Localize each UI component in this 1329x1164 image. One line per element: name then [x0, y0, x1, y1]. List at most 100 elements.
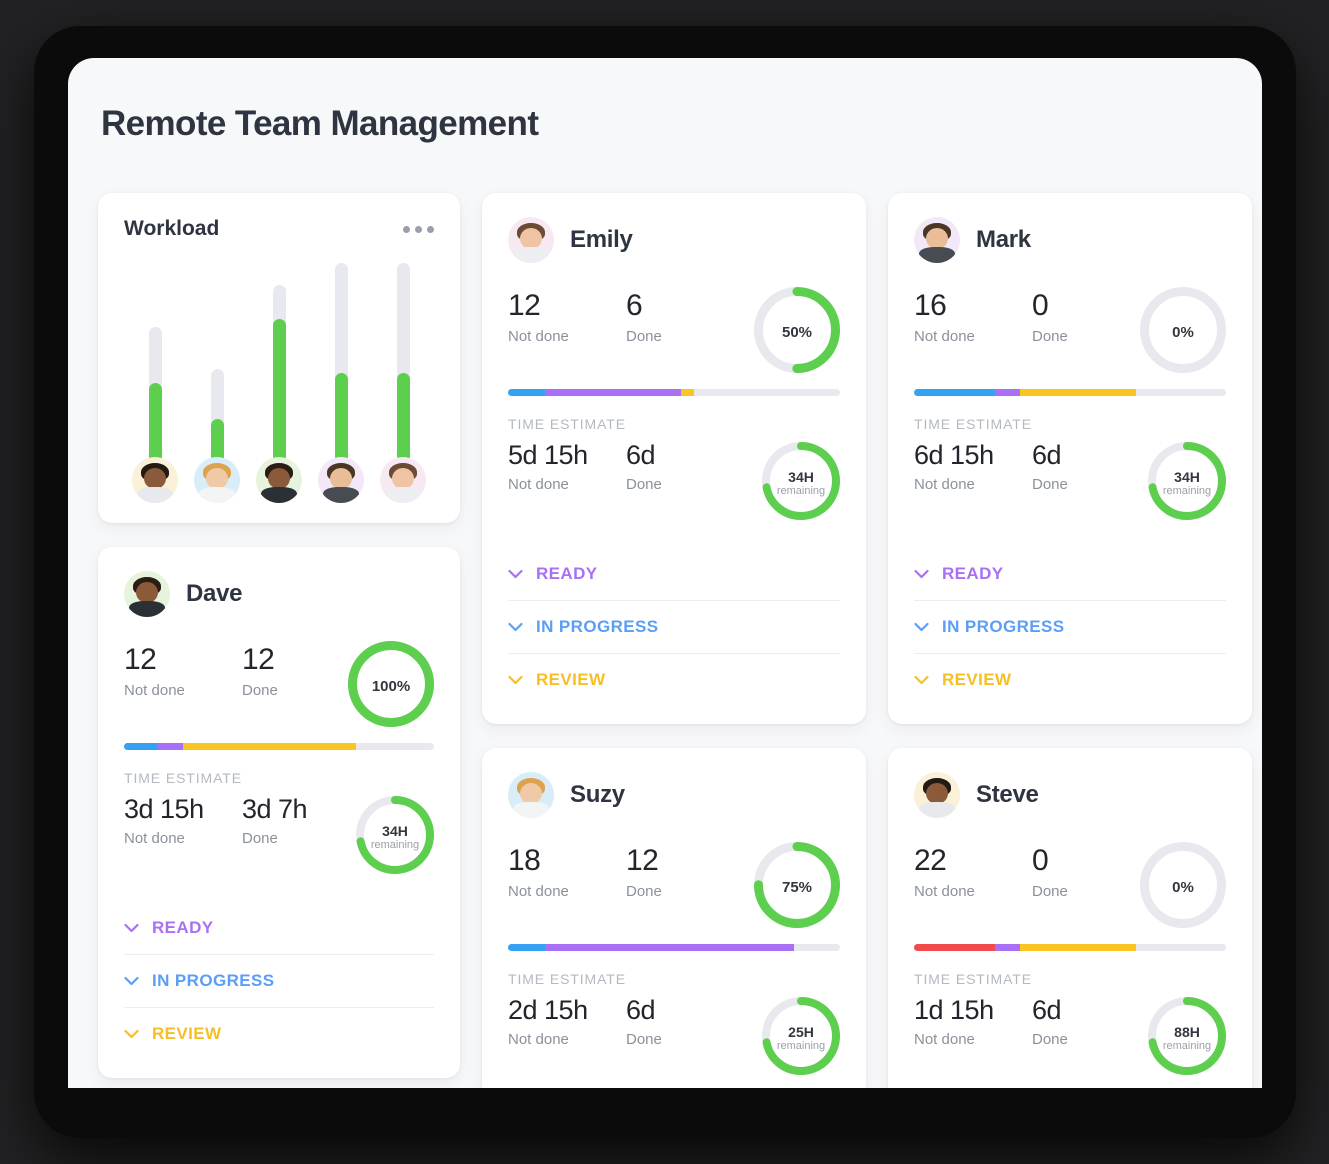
workload-avatar-row: [124, 457, 434, 503]
chevron-down-icon: [508, 622, 523, 632]
status-row-in-progress[interactable]: IN PROGRESS: [124, 955, 434, 1008]
member-name: Steve: [976, 781, 1039, 808]
time-value: 1d 15h: [914, 995, 994, 1025]
avatar: [914, 772, 960, 818]
stat-done: 6 Done: [626, 289, 744, 345]
stat-label: Done: [626, 883, 662, 900]
task-progress-ring-wrap: 100%: [348, 641, 434, 732]
stat-value: 6: [626, 289, 643, 322]
more-options-icon[interactable]: [403, 225, 434, 233]
workload-bar: [313, 263, 369, 463]
status-label: IN PROGRESS: [536, 617, 659, 636]
progress-segment: [1020, 389, 1136, 396]
member-name: Dave: [186, 580, 243, 607]
status-label: READY: [152, 918, 214, 937]
workload-bar: [251, 263, 307, 463]
time-remaining-ring-wrap: 88H remaining: [1148, 997, 1226, 1080]
chevron-down-icon: [914, 675, 929, 685]
remaining-label: remaining: [1162, 1039, 1212, 1052]
member-card-steve: Steve 22 Not done 0 Done 0% TIME ESTIMATE 1d 15…: [888, 748, 1252, 1088]
member-header: Emily: [508, 217, 840, 263]
time-remaining-ring: 88H remaining: [1148, 997, 1226, 1080]
task-progress-ring-wrap: 75%: [754, 842, 840, 933]
status-row-review[interactable]: REVIEW: [508, 654, 840, 706]
stat-label: Not done: [508, 1031, 569, 1049]
status-row-in-progress[interactable]: IN PROGRESS: [914, 601, 1226, 654]
chevron-down-icon: [508, 675, 523, 685]
status-label: IN PROGRESS: [152, 971, 275, 990]
avatar-face-icon: [124, 571, 170, 617]
avatar: [194, 457, 240, 503]
progress-segment: [124, 743, 159, 750]
avatar: [380, 457, 426, 503]
column-left: Workload Dave 12 Not done 12 Done 100% TIME ES…: [98, 193, 460, 1088]
status-row-ready[interactable]: READY: [508, 548, 840, 601]
status-row-ready[interactable]: READY: [124, 902, 434, 955]
stat-label: Not done: [508, 883, 569, 900]
stat-label: Done: [242, 682, 278, 699]
status-label: READY: [942, 564, 1004, 583]
stat-value: 12: [508, 289, 541, 322]
progress-bar: [914, 944, 1226, 951]
workload-card: Workload: [98, 193, 460, 523]
chevron-down-icon: [124, 923, 139, 933]
progress-segment: [680, 389, 694, 396]
task-stats: 12 Not done 6 Done 50%: [508, 287, 840, 375]
remaining-hours: 88H: [1174, 1024, 1200, 1041]
remaining-label: remaining: [776, 484, 826, 497]
progress-bar: [508, 389, 840, 396]
task-progress-ring-wrap: 0%: [1140, 842, 1226, 933]
avatar: [256, 457, 302, 503]
stat-label: Done: [1032, 883, 1068, 900]
chevron-down-icon: [124, 976, 139, 986]
time-value: 6d: [626, 995, 656, 1025]
avatar: [318, 457, 364, 503]
member-card-emily: Emily 12 Not done 6 Done 50% TIME ESTIMATE 5d 1…: [482, 193, 866, 724]
time-value: 3d 15h: [124, 794, 204, 824]
status-row-review[interactable]: REVIEW: [914, 654, 1226, 706]
time-stats: 3d 15h Not done 3d 7h Done 34H remaining: [124, 794, 434, 880]
task-percent-label: 50%: [781, 324, 813, 341]
workload-header: Workload: [124, 217, 434, 241]
avatar-face-icon: [194, 457, 240, 503]
stat-value: 16: [914, 289, 947, 322]
workload-bar-fill: [334, 373, 348, 463]
avatar: [914, 217, 960, 263]
status-row-in-progress[interactable]: IN PROGRESS: [508, 601, 840, 654]
task-percent-label: 75%: [781, 879, 813, 896]
time-done: 6d Done: [626, 440, 744, 493]
time-not-done: 3d 15h Not done: [124, 794, 242, 847]
stat-value: 22: [914, 844, 947, 877]
status-row-ready[interactable]: READY: [914, 548, 1226, 601]
stat-value: 0: [1032, 289, 1049, 322]
task-stats: 22 Not done 0 Done 0%: [914, 842, 1226, 933]
status-label: READY: [536, 564, 598, 583]
stat-not-done: 18 Not done: [508, 844, 626, 900]
remaining-hours: 34H: [382, 823, 408, 840]
stat-label: Done: [626, 476, 662, 494]
progress-bar: [508, 944, 840, 951]
dashboard-grid: Workload Dave 12 Not done 12 Done 100% TIME ES…: [98, 193, 1252, 1088]
progress-segment: [914, 389, 996, 396]
time-remaining-ring: 34H remaining: [1148, 442, 1226, 525]
time-stats: 2d 15h Not done 6d Done 25H remaining: [508, 995, 840, 1081]
task-progress-ring: 100%: [348, 641, 434, 732]
time-remaining-ring-wrap: 34H remaining: [1148, 442, 1226, 525]
progress-segment: [158, 743, 183, 750]
avatar: [508, 772, 554, 818]
task-stats: 16 Not done 0 Done 0%: [914, 287, 1226, 375]
avatar-face-icon: [508, 217, 554, 263]
remaining-hours: 25H: [788, 1024, 814, 1041]
stat-label: Done: [626, 328, 662, 345]
avatar-face-icon: [256, 457, 302, 503]
member-name: Suzy: [570, 781, 625, 808]
time-not-done: 6d 15h Not done: [914, 440, 1032, 493]
avatar-face-icon: [132, 457, 178, 503]
chevron-down-icon: [914, 622, 929, 632]
stat-label: Not done: [914, 1031, 975, 1049]
progress-segment: [508, 944, 545, 951]
progress-segment: [544, 389, 681, 396]
status-row-review[interactable]: REVIEW: [124, 1008, 434, 1060]
stat-value: 18: [508, 844, 541, 877]
stat-done: 12 Done: [626, 844, 744, 900]
